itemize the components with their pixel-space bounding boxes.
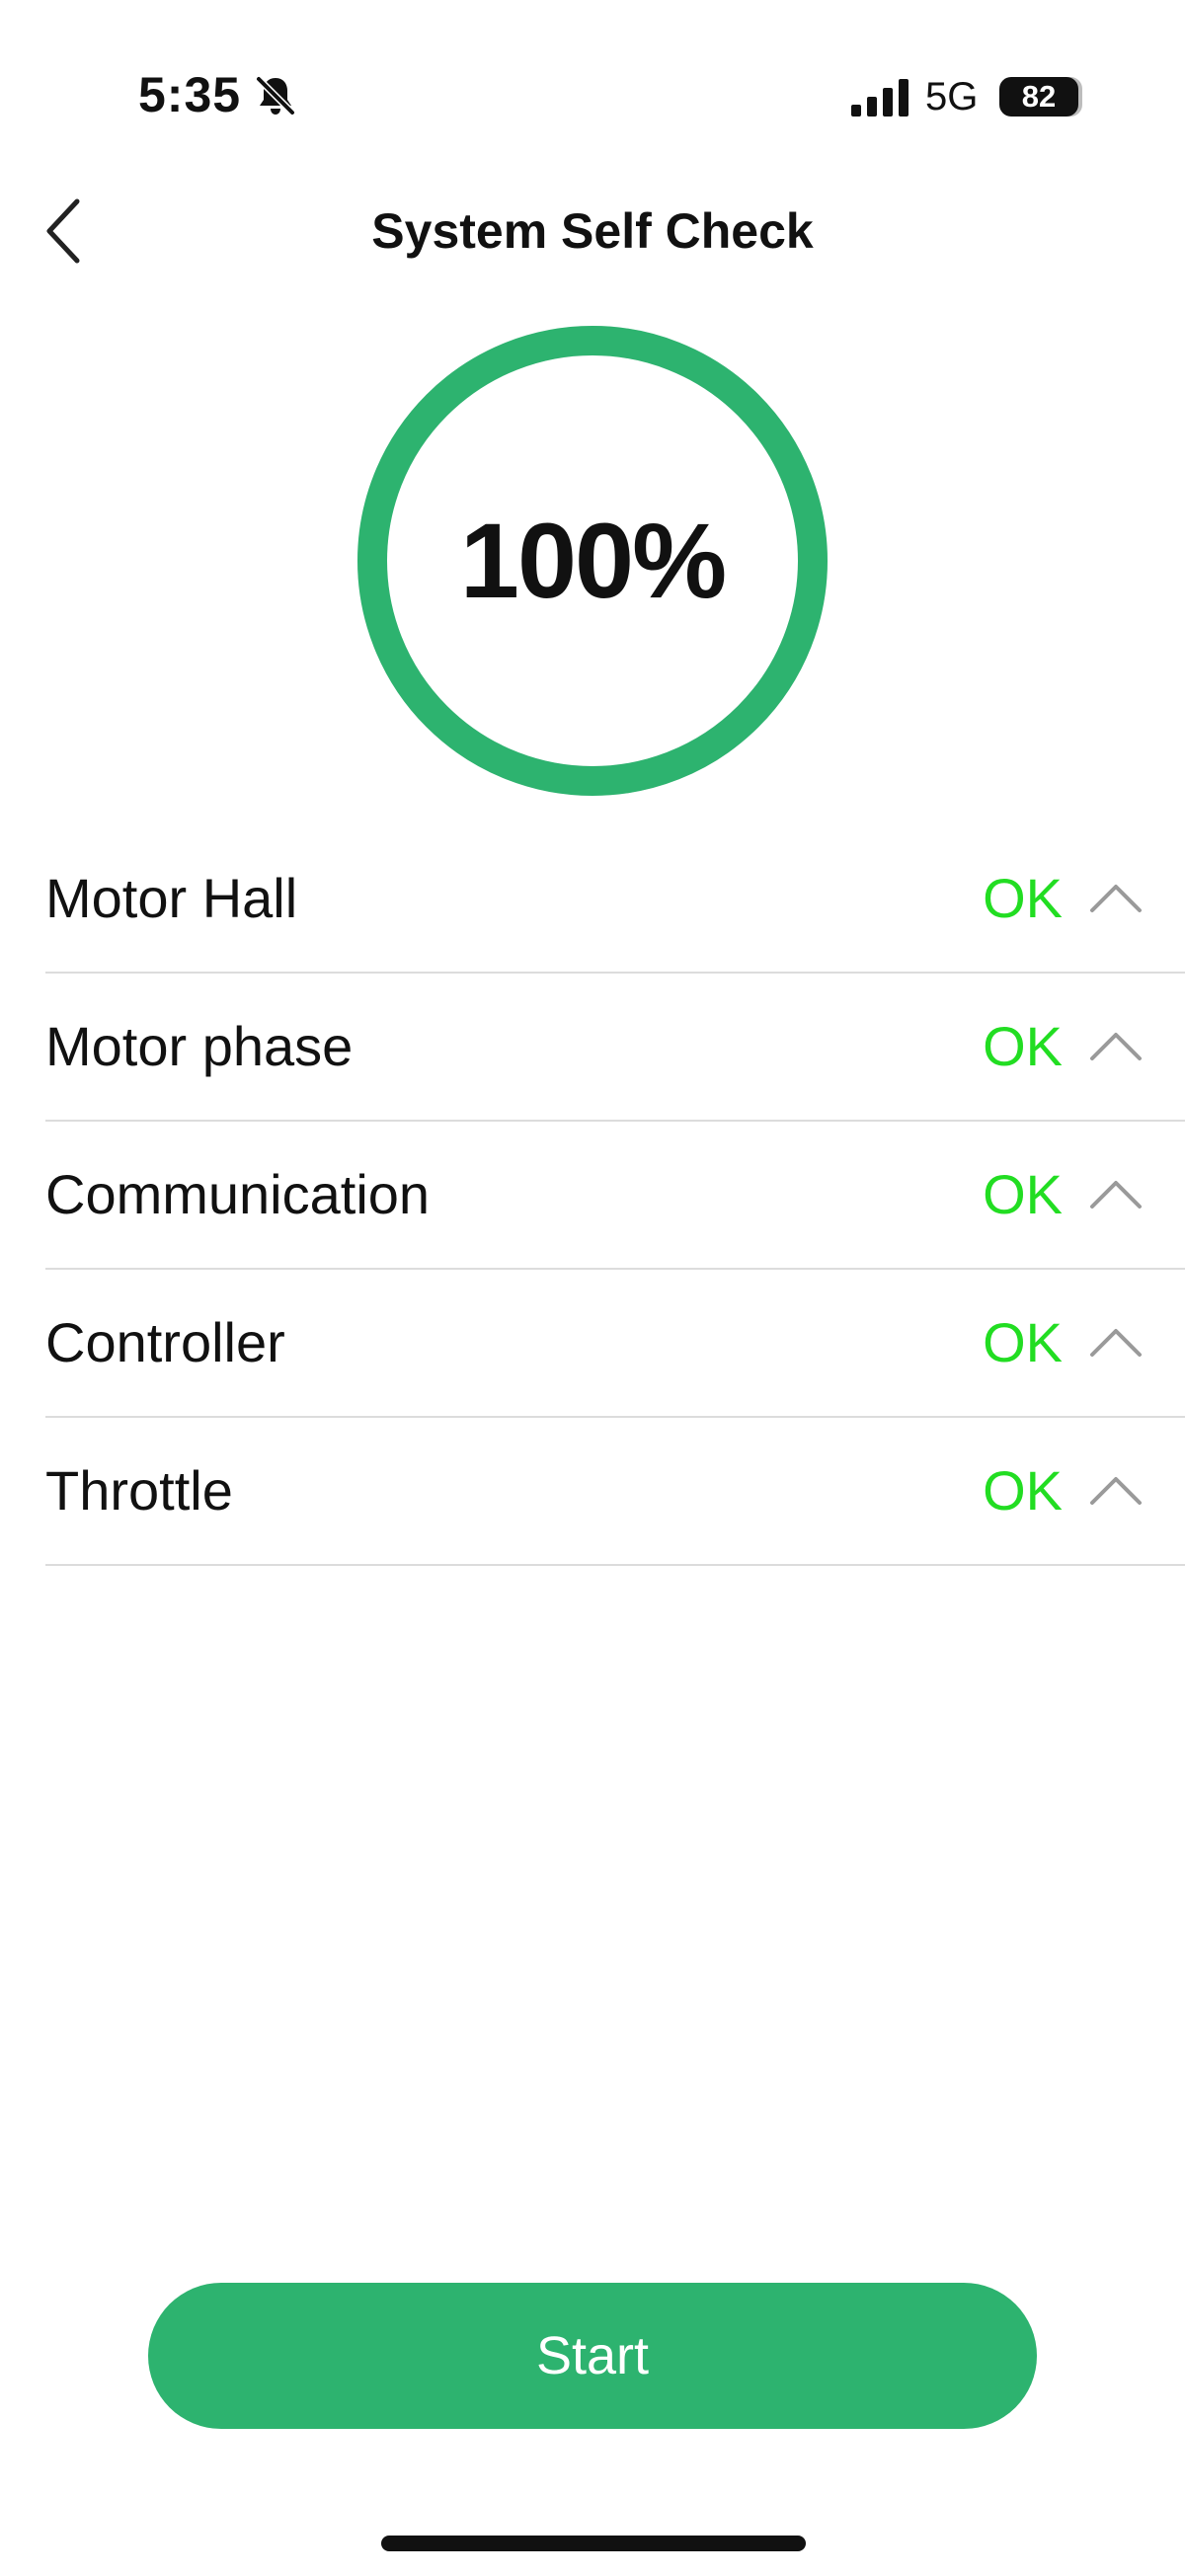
page-title: System Self Check — [371, 203, 814, 259]
check-row[interactable]: Controller OK — [45, 1270, 1185, 1418]
chevron-up-icon[interactable] — [1088, 1465, 1144, 1515]
check-status: OK — [983, 1015, 1063, 1077]
check-row[interactable]: Motor phase OK — [45, 974, 1185, 1122]
cellular-signal-icon — [851, 79, 908, 117]
chevron-up-icon[interactable] — [1088, 1317, 1144, 1366]
check-label: Controller — [45, 1311, 285, 1373]
bell-slash-icon — [255, 75, 296, 117]
check-row[interactable]: Throttle OK — [45, 1418, 1185, 1566]
check-label: Motor phase — [45, 1015, 354, 1077]
chevron-up-icon[interactable] — [1088, 873, 1144, 922]
check-row[interactable]: Communication OK — [45, 1122, 1185, 1270]
battery-icon: 82 — [999, 77, 1078, 117]
start-button[interactable]: Start — [148, 2283, 1037, 2429]
home-indicator — [381, 2536, 806, 2551]
check-list: Motor Hall OK Motor phase OK Communication OK… — [45, 825, 1185, 1566]
check-label: Communication — [45, 1163, 431, 1225]
network-type: 5G — [925, 75, 979, 118]
check-label: Throttle — [45, 1459, 233, 1522]
check-status: OK — [983, 867, 1063, 929]
check-status: OK — [983, 1163, 1063, 1225]
chevron-up-icon[interactable] — [1088, 1021, 1144, 1070]
status-time: 5:35 — [138, 67, 242, 122]
check-status: OK — [983, 1459, 1063, 1522]
check-label: Motor Hall — [45, 867, 298, 929]
progress-percent: 100% — [459, 501, 727, 620]
check-row[interactable]: Motor Hall OK — [45, 825, 1185, 974]
chevron-up-icon[interactable] — [1088, 1169, 1144, 1218]
check-status: OK — [983, 1311, 1063, 1373]
